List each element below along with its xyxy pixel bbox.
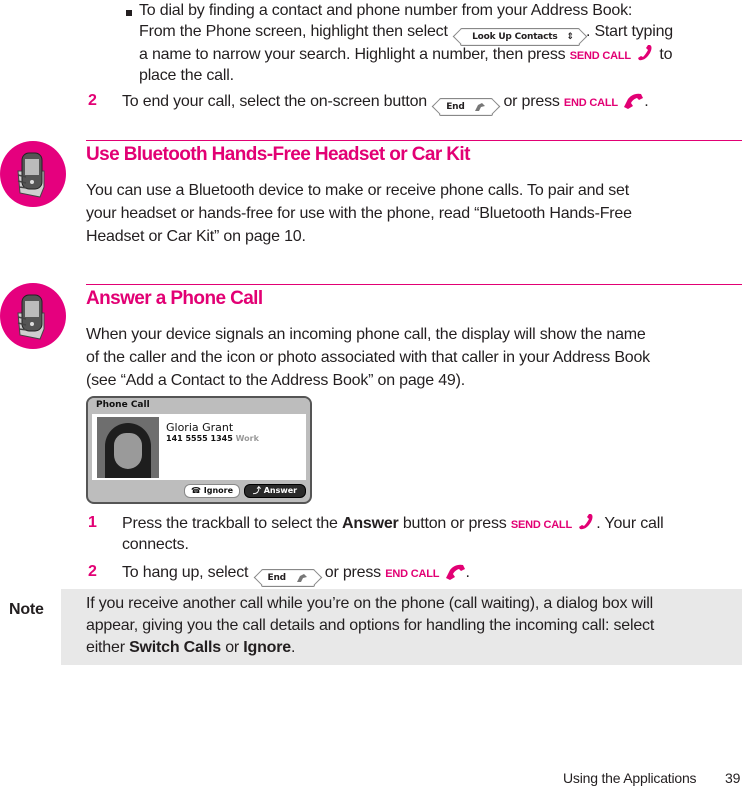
step-number: 2 bbox=[88, 563, 97, 580]
caller-number: 141 5555 1345 bbox=[166, 434, 233, 443]
text: to bbox=[659, 46, 673, 63]
step-2-text: To end your call, select the on-screen b… bbox=[122, 90, 649, 116]
answer-body-line-2: of the caller and the icon or photo asso… bbox=[86, 349, 650, 366]
hand-holding-phone-icon bbox=[17, 152, 45, 198]
end-call-key-label: END CALL bbox=[563, 97, 618, 109]
ignore-phone-icon: ☎ bbox=[190, 486, 201, 495]
send-call-key-label: SEND CALL bbox=[510, 519, 572, 531]
caller-number-row: 141 5555 1345 Work bbox=[166, 434, 259, 443]
text: . Your call bbox=[596, 515, 664, 532]
text: . Start typing bbox=[585, 23, 673, 40]
end-button: End bbox=[260, 569, 315, 587]
step-number: 1 bbox=[88, 514, 97, 531]
end-call-grey-icon bbox=[475, 103, 486, 111]
up-down-arrow-icon: ⇕ bbox=[566, 32, 575, 42]
answer-step-2: To hang up, select End or press END CALL… bbox=[122, 561, 470, 587]
ignore-label: Ignore bbox=[203, 486, 234, 495]
end-button-label: End bbox=[446, 102, 465, 112]
text: button or press bbox=[402, 515, 507, 532]
section-heading-answer: Answer a Phone Call bbox=[86, 288, 263, 309]
text: or press bbox=[503, 93, 560, 110]
bullet-line-1: To dial by finding a contact and phone n… bbox=[139, 2, 633, 19]
screen-title-bar: Phone Call bbox=[88, 398, 310, 414]
answer-body-line-3: (see “Add a Contact to the Address Book”… bbox=[86, 372, 465, 389]
end-call-grey-icon bbox=[296, 574, 307, 582]
footer-section-title: Using the Applications bbox=[563, 770, 697, 786]
answer-term: Answer bbox=[341, 515, 399, 532]
bluetooth-body-line-1: You can use a Bluetooth device to make o… bbox=[86, 182, 629, 199]
answer-body-line-1: When your device signals an incoming pho… bbox=[86, 326, 646, 343]
send-call-icon bbox=[579, 514, 593, 530]
answer-label: Answer bbox=[263, 486, 298, 495]
ignore-term: Ignore bbox=[243, 639, 291, 656]
text: To hang up, select bbox=[122, 564, 249, 581]
end-button-label: End bbox=[267, 573, 287, 583]
section-divider bbox=[86, 140, 742, 141]
photo-face bbox=[114, 433, 142, 469]
bluetooth-body-line-3: Headset or Car Kit” on page 10. bbox=[86, 228, 306, 245]
section-divider bbox=[86, 284, 742, 285]
caller-photo bbox=[97, 417, 159, 478]
switch-calls-term: Switch Calls bbox=[129, 639, 221, 656]
caller-name: Gloria Grant bbox=[166, 421, 234, 434]
text: either bbox=[86, 639, 125, 656]
page-number: 39 bbox=[725, 770, 741, 786]
end-call-icon bbox=[445, 564, 465, 580]
answer-step-1: Press the trackball to select the Answer… bbox=[122, 512, 664, 536]
text: a name to narrow your search. Highlight … bbox=[139, 46, 566, 63]
step-number: 2 bbox=[88, 92, 97, 109]
hand-holding-phone-icon bbox=[17, 294, 45, 340]
look-up-contacts-label: Look Up Contacts bbox=[472, 32, 558, 42]
end-call-key-label: END CALL bbox=[385, 568, 440, 580]
text: or bbox=[225, 639, 240, 656]
bullet-line-3: a name to narrow your search. Highlight … bbox=[139, 43, 673, 67]
note-line-3: either Switch Calls or Ignore. bbox=[86, 637, 295, 659]
ignore-button: ☎ Ignore bbox=[184, 484, 240, 498]
note-line-2: appear, giving you the call details and … bbox=[86, 617, 655, 634]
note-line-1: If you receive another call while you’re… bbox=[86, 595, 653, 612]
bullet-line-4: place the call. bbox=[139, 67, 234, 84]
screen-title: Phone Call bbox=[96, 400, 150, 410]
hand-phone-icon bbox=[0, 141, 66, 207]
caller-label: Work bbox=[235, 434, 259, 443]
text: . bbox=[644, 93, 649, 110]
bullet-marker bbox=[126, 10, 132, 16]
bluetooth-body-line-2: your headset or hands-free for use with … bbox=[86, 205, 632, 222]
text: To end your call, select the on-screen b… bbox=[122, 93, 427, 110]
text: From the Phone screen, highlight then se… bbox=[139, 23, 448, 40]
section-heading-bluetooth: Use Bluetooth Hands-Free Headset or Car … bbox=[86, 144, 470, 165]
hand-phone-icon bbox=[0, 283, 66, 349]
text: . bbox=[290, 639, 296, 656]
answer-step-1-cont: connects. bbox=[122, 536, 189, 553]
send-call-icon bbox=[638, 45, 652, 61]
answer-phone-icon: ⤴ bbox=[252, 486, 261, 495]
answer-button: ⤴ Answer bbox=[244, 484, 306, 498]
screen-content: Gloria Grant 141 5555 1345 Work bbox=[92, 414, 306, 480]
end-call-icon bbox=[624, 93, 644, 109]
text: Press the trackball to select the bbox=[122, 515, 338, 532]
end-button: End bbox=[439, 98, 494, 116]
note-label: Note bbox=[9, 601, 44, 618]
phone-call-screenshot: Phone Call Gloria Grant 141 5555 1345 Wo… bbox=[86, 396, 312, 504]
text: or press bbox=[324, 564, 381, 581]
send-call-key-label: SEND CALL bbox=[569, 50, 631, 62]
text: . bbox=[465, 564, 470, 581]
